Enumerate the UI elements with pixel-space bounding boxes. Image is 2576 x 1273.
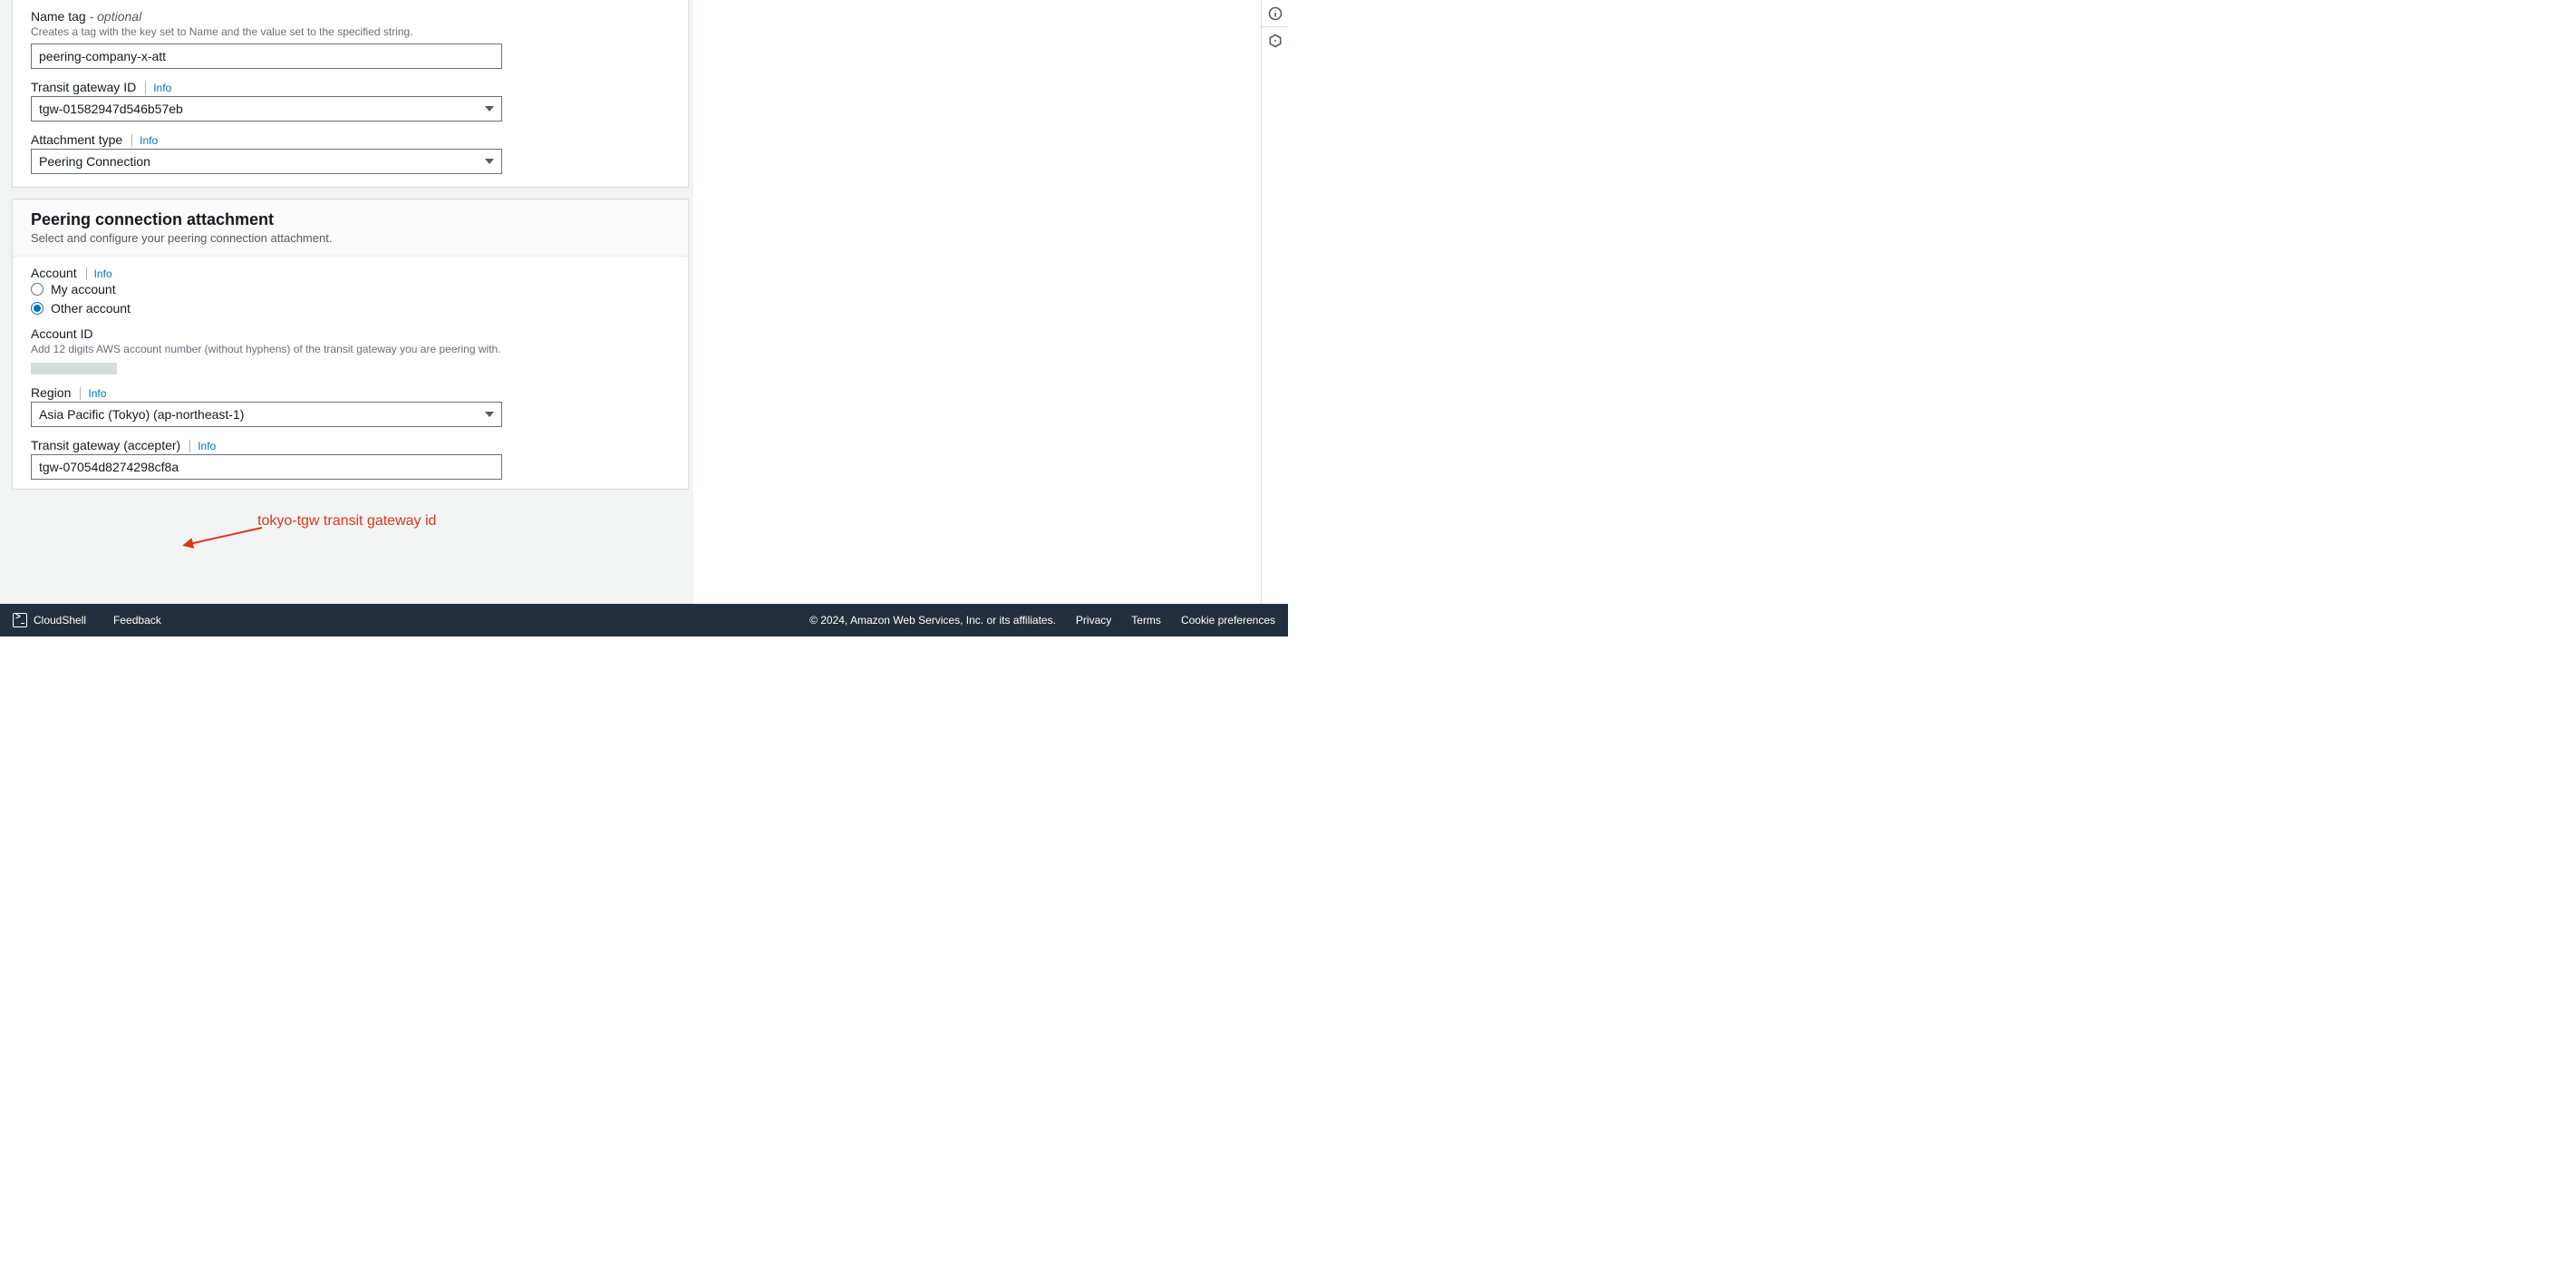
name-tag-input[interactable] (31, 44, 502, 69)
peering-title: Peering connection attachment (31, 210, 670, 229)
accepter-label: Transit gateway (accepter) (31, 438, 180, 452)
account-field: Account Info My account Other account (31, 266, 670, 316)
hexagon-icon (1268, 34, 1283, 48)
tgw-id-field: Transit gateway ID Info tgw-01582947d546… (31, 80, 670, 121)
caret-down-icon (485, 412, 494, 417)
radio-my-account-label: My account (51, 282, 116, 296)
annotation-text: tokyo-tgw transit gateway id (257, 513, 436, 530)
region-field: Region Info Asia Pacific (Tokyo) (ap-nor… (31, 385, 670, 427)
region-label: Region (31, 385, 71, 400)
account-id-input[interactable] (31, 361, 670, 374)
info-link[interactable]: Info (86, 267, 112, 280)
info-link[interactable]: Info (80, 387, 106, 400)
tgw-id-label: Transit gateway ID (31, 80, 136, 94)
details-panel: Name tag - optional Creates a tag with t… (12, 0, 689, 188)
arrow-icon (185, 524, 266, 551)
attachment-type-field: Attachment type Info Peering Connection (31, 132, 670, 174)
info-panel-toggle[interactable] (1262, 0, 1289, 27)
account-id-field: Account ID Add 12 digits AWS account num… (31, 326, 670, 374)
name-tag-help: Creates a tag with the key set to Name a… (31, 25, 670, 38)
tgw-id-select[interactable]: tgw-01582947d546b57eb (31, 96, 502, 121)
info-link[interactable]: Info (131, 134, 158, 147)
redacted-block (31, 363, 117, 374)
account-label: Account (31, 266, 77, 280)
account-id-help: Add 12 digits AWS account number (withou… (31, 343, 670, 355)
terms-link[interactable]: Terms (1131, 614, 1161, 627)
right-dock (1261, 0, 1288, 604)
radio-icon (31, 302, 44, 315)
account-id-label: Account ID (31, 326, 92, 341)
info-link[interactable]: Info (145, 82, 171, 94)
radio-other-account[interactable]: Other account (31, 301, 670, 316)
peering-panel: Peering connection attachment Select and… (12, 199, 689, 490)
radio-other-account-label: Other account (51, 301, 131, 316)
optional-suffix: - optional (90, 9, 142, 24)
caret-down-icon (485, 159, 494, 164)
attachment-type-select[interactable]: Peering Connection (31, 149, 502, 174)
cloudshell-link[interactable]: CloudShell (13, 613, 86, 627)
caret-down-icon (485, 106, 494, 112)
name-tag-label: Name tag (31, 9, 86, 24)
radio-my-account[interactable]: My account (31, 282, 670, 296)
copyright-text: © 2024, Amazon Web Services, Inc. or its… (809, 614, 1056, 627)
region-value: Asia Pacific (Tokyo) (ap-northeast-1) (39, 407, 244, 422)
attachment-type-label: Attachment type (31, 132, 122, 147)
info-circle-icon (1268, 6, 1283, 21)
feedback-link[interactable]: Feedback (113, 614, 161, 627)
name-tag-field: Name tag - optional Creates a tag with t… (31, 9, 670, 69)
region-select[interactable]: Asia Pacific (Tokyo) (ap-northeast-1) (31, 402, 502, 427)
footer: CloudShell Feedback © 2024, Amazon Web S… (0, 604, 1288, 636)
attachment-type-value: Peering Connection (39, 154, 150, 169)
privacy-link[interactable]: Privacy (1076, 614, 1111, 627)
accepter-field: Transit gateway (accepter) Info (31, 438, 670, 480)
peering-desc: Select and configure your peering connec… (31, 231, 670, 245)
info-link[interactable]: Info (189, 440, 216, 452)
cloudshell-label: CloudShell (34, 614, 86, 627)
cloudshell-icon (13, 613, 27, 627)
peering-panel-header: Peering connection attachment Select and… (13, 199, 688, 257)
tgw-id-value: tgw-01582947d546b57eb (39, 102, 183, 116)
radio-icon (31, 283, 44, 296)
accepter-input[interactable] (31, 454, 502, 480)
cookie-preferences-link[interactable]: Cookie preferences (1181, 614, 1275, 627)
security-panel-toggle[interactable] (1262, 27, 1289, 54)
